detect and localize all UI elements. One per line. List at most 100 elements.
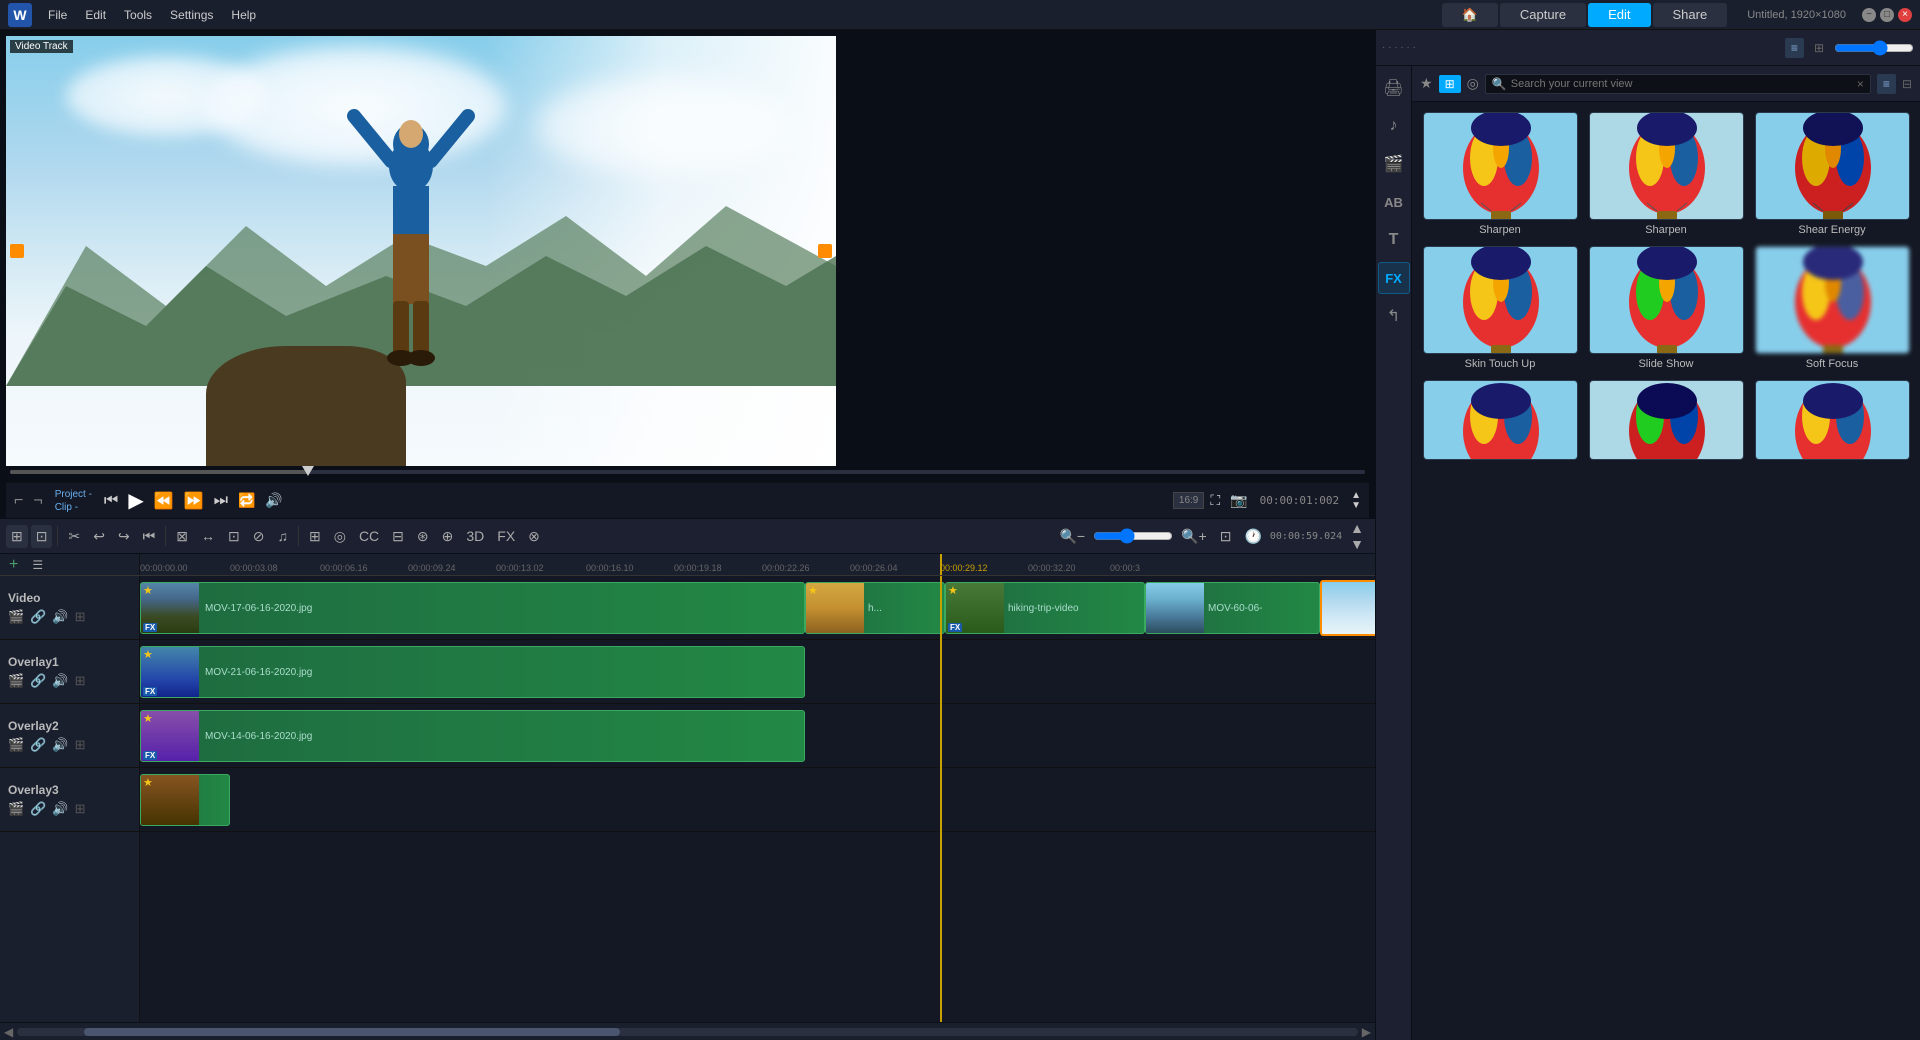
clip-hiking[interactable]: ★ FX hiking-trip-video xyxy=(945,582,1145,634)
sort-tracks-button[interactable]: ☰ xyxy=(27,555,48,575)
video-track-audio-icon[interactable]: 🔊 xyxy=(52,609,68,625)
share-button[interactable]: Share xyxy=(1653,3,1728,27)
effect-sharpen-2[interactable]: Sharpen xyxy=(1588,112,1744,236)
step-forward-button[interactable]: ⏩ xyxy=(180,489,208,513)
zoom-step[interactable]: ▲▼ xyxy=(1345,517,1369,555)
video-preview-canvas[interactable] xyxy=(6,36,836,466)
effects-view-list[interactable]: ≡ xyxy=(1877,74,1896,94)
grid-button[interactable]: ⊟ xyxy=(387,525,409,548)
panel-size-slider[interactable] xyxy=(1834,40,1914,56)
effect-skin[interactable]: Skin Touch Up xyxy=(1422,246,1578,370)
motion-track-button[interactable]: ⊕ xyxy=(437,525,459,548)
overlay2-track-link-icon[interactable]: 🔗 xyxy=(30,737,46,753)
text-icon[interactable]: T xyxy=(1378,224,1410,256)
blend-button[interactable]: ◎ xyxy=(329,525,351,548)
trim-button[interactable]: ↔ xyxy=(196,525,220,547)
effects-view-grid[interactable]: ⊟ xyxy=(1902,77,1912,91)
overlay1-track-expand-icon[interactable]: ⊞ xyxy=(75,673,86,689)
overlay2-track-expand-icon[interactable]: ⊞ xyxy=(75,737,86,753)
snapshot-button[interactable]: 📷 xyxy=(1226,490,1251,511)
crop-button[interactable]: ⊡ xyxy=(223,525,245,548)
clear-search-button[interactable]: × xyxy=(1857,77,1864,91)
redo-button[interactable]: ↪ xyxy=(113,525,135,548)
zoom-fit-button[interactable]: ⊡ xyxy=(1215,525,1237,548)
zoom-out-button[interactable]: 🔍− xyxy=(1055,525,1091,548)
maximize-button[interactable]: □ xyxy=(1880,8,1894,22)
motion-icon[interactable]: ↰ xyxy=(1378,300,1410,332)
zoom-in-button[interactable]: 🔍+ xyxy=(1176,525,1212,548)
right-panel-toggle-list[interactable]: ≡ xyxy=(1785,38,1804,58)
clip-mov17[interactable]: ★ FX MOV-17-06-16-2020.jpg xyxy=(140,582,805,634)
overlay2-track-audio-icon[interactable]: 🔊 xyxy=(52,737,68,753)
clip-extra[interactable]: ★ xyxy=(140,774,230,826)
edit-button[interactable]: Edit xyxy=(1588,3,1650,27)
video-handle-right[interactable] xyxy=(818,244,832,258)
title-icon-sidebar[interactable]: AB xyxy=(1378,186,1410,218)
3d-title-button[interactable]: 3D xyxy=(461,525,489,547)
menu-settings[interactable]: Settings xyxy=(162,4,221,26)
scrubber[interactable] xyxy=(6,466,1369,482)
split-clip-button[interactable]: ⊠ xyxy=(171,525,193,548)
step-back-button[interactable]: ⏪ xyxy=(150,489,178,513)
menu-edit[interactable]: Edit xyxy=(77,4,114,26)
effects-search-input[interactable] xyxy=(1511,78,1857,90)
clip-mov14[interactable]: ★ FX MOV-14-06-16-2020.jpg xyxy=(140,710,805,762)
media-icon[interactable]: 🖨 xyxy=(1378,72,1410,104)
loop-button[interactable]: 🔁 xyxy=(234,490,259,511)
menu-tools[interactable]: Tools xyxy=(116,4,160,26)
storyboard-view-button[interactable]: ⊡ xyxy=(31,525,53,548)
audio-icon[interactable]: ♪ xyxy=(1378,110,1410,142)
ripple-delete-button[interactable]: ⊘ xyxy=(248,525,270,548)
filter-audio-button[interactable]: ◎ xyxy=(1467,75,1479,92)
overlay1-track-audio-icon[interactable]: 🔊 xyxy=(52,673,68,689)
fullscreen-button[interactable]: ⛶ xyxy=(1206,490,1224,511)
overlay3-track-row[interactable]: ★ xyxy=(140,768,1375,832)
home-button[interactable]: 🏠 xyxy=(1442,3,1498,27)
video-handle-left[interactable] xyxy=(10,244,24,258)
effect-sharpen-1[interactable]: Sharpen xyxy=(1422,112,1578,236)
corner-bracket-right-button[interactable]: ¬ xyxy=(29,490,46,512)
clip-mov58-selected[interactable]: MOV-58-0 xyxy=(1320,580,1375,636)
effect-extra1[interactable] xyxy=(1422,380,1578,460)
menu-file[interactable]: File xyxy=(40,4,75,26)
overlay3-track-audio-icon[interactable]: 🔊 xyxy=(52,801,68,817)
effect-extra2[interactable] xyxy=(1588,380,1744,460)
play-button[interactable]: ▶ xyxy=(124,486,147,515)
volume-button[interactable]: 🔊 xyxy=(261,490,286,511)
clip-hiker[interactable]: ★ h... xyxy=(805,582,945,634)
prev-frame-button[interactable]: ⏮ xyxy=(100,490,122,512)
filter-star-button[interactable]: ★ xyxy=(1420,75,1433,92)
transition-icon[interactable]: 🎬 xyxy=(1378,148,1410,180)
to-start-button[interactable]: ⏮ xyxy=(138,525,161,548)
scissors-tool[interactable]: ✂ xyxy=(63,525,85,548)
timeline-scrollbar[interactable] xyxy=(17,1028,1358,1036)
effect-softfocus[interactable]: Soft Focus xyxy=(1754,246,1910,370)
zoom-slider[interactable] xyxy=(1093,528,1173,544)
detect-button[interactable]: ⊛ xyxy=(412,525,434,548)
overlay1-track-link-icon[interactable]: 🔗 xyxy=(30,673,46,689)
close-button[interactable]: × xyxy=(1898,8,1912,22)
mask-button[interactable]: ⊗ xyxy=(523,525,545,548)
effect-slideshow[interactable]: Slide Show xyxy=(1588,246,1744,370)
multi-cam-button[interactable]: ⊞ xyxy=(304,525,326,548)
capture-button[interactable]: Capture xyxy=(1500,3,1586,27)
caption-button[interactable]: CC xyxy=(354,525,384,547)
minimize-button[interactable]: − xyxy=(1862,8,1876,22)
video-track-expand-icon[interactable]: ⊞ xyxy=(75,609,86,625)
overlay3-track-link-icon[interactable]: 🔗 xyxy=(30,801,46,817)
corner-bracket-button[interactable]: ⌐ xyxy=(10,490,27,512)
fx-button[interactable]: FX xyxy=(492,525,520,547)
undo-button[interactable]: ↩ xyxy=(88,525,110,548)
timeline-view-button[interactable]: ⊞ xyxy=(6,525,28,548)
timecode-up[interactable]: ▲▼ xyxy=(1347,489,1365,513)
right-panel-toggle-grid[interactable]: ⊞ xyxy=(1808,38,1830,58)
scroll-left-button[interactable]: ◀ xyxy=(4,1025,13,1039)
clip-mov21[interactable]: ★ FX MOV-21-06-16-2020.jpg xyxy=(140,646,805,698)
menu-help[interactable]: Help xyxy=(223,4,264,26)
effect-extra3[interactable] xyxy=(1754,380,1910,460)
clip-mov60[interactable]: MOV-60-06- xyxy=(1145,582,1320,634)
video-track-link-icon[interactable]: 🔗 xyxy=(30,609,46,625)
scroll-right-button[interactable]: ▶ xyxy=(1362,1025,1371,1039)
overlay3-track-expand-icon[interactable]: ⊞ xyxy=(75,801,86,817)
add-track-button[interactable]: + xyxy=(6,556,21,574)
